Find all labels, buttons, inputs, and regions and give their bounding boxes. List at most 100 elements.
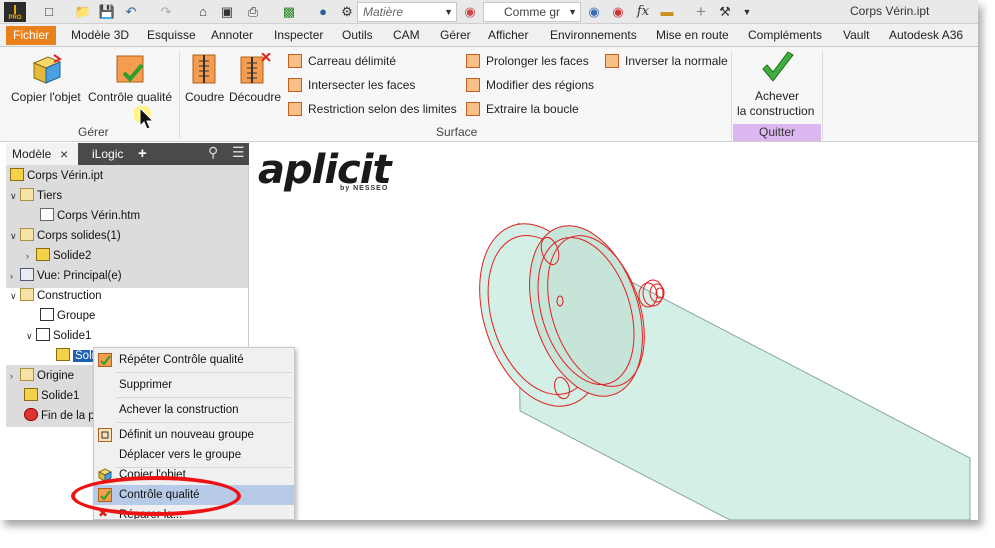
chevron-right-icon[interactable]: › xyxy=(10,367,20,385)
menu-item-new-group[interactable]: Définit un nouveau groupe xyxy=(94,425,294,445)
menu-separator xyxy=(116,422,292,423)
tab-afficher[interactable]: Afficher xyxy=(488,28,528,42)
patch-icon xyxy=(288,54,302,68)
solid-body-icon xyxy=(56,348,70,361)
graphics-canvas[interactable]: aplicit by NESSEO xyxy=(250,143,978,520)
open-folder-icon[interactable]: 📁 xyxy=(74,3,92,21)
tree-node-htm[interactable]: Corps Vérin.htm xyxy=(40,207,140,225)
mouse-cursor-icon xyxy=(134,106,155,130)
tab-autodesk-a360[interactable]: Autodesk A36 xyxy=(889,28,963,42)
browser-header: Modèle × iLogic + ⚲ ☰ xyxy=(6,143,249,165)
extract-loop-icon xyxy=(466,102,480,116)
tools-icon[interactable]: ⚒ xyxy=(716,3,734,21)
properties-icon[interactable]: ▣ xyxy=(218,3,236,21)
parameters-fx-icon[interactable]: fx xyxy=(634,3,652,21)
tab-mise-en-route[interactable]: Mise en route xyxy=(656,28,729,42)
group-icon xyxy=(36,328,50,341)
tab-modele-3d[interactable]: Modèle 3D xyxy=(71,28,129,42)
chevron-right-icon[interactable]: › xyxy=(10,267,20,285)
quality-check-icon xyxy=(116,55,144,83)
tree-node-tiers[interactable]: ∨ Tiers xyxy=(10,187,62,205)
tree-node-solide1[interactable]: Solide1 xyxy=(24,387,79,405)
tab-cam[interactable]: CAM xyxy=(393,28,420,42)
ruler-icon[interactable]: ▬ xyxy=(658,3,676,21)
adjust-appearance-icon[interactable]: ◉ xyxy=(585,3,603,21)
menu-separator xyxy=(116,372,292,373)
new-file-icon[interactable]: □ xyxy=(40,3,58,21)
menu-item-move-to-group[interactable]: Déplacer vers le groupe xyxy=(94,445,294,465)
stitch-icon xyxy=(192,54,216,84)
extend-faces-icon xyxy=(466,54,480,68)
appearance-sphere-icon[interactable]: ◉ xyxy=(461,3,479,21)
customize-dropdown-icon[interactable]: ▼ xyxy=(738,3,756,21)
clear-appearance-icon[interactable]: ◉ xyxy=(609,3,627,21)
stitch-label: Coudre xyxy=(185,90,225,104)
group-label-quitter: Quitter xyxy=(733,124,821,141)
group-icon xyxy=(40,308,54,321)
folder-icon xyxy=(20,188,34,201)
chevron-down-icon[interactable]: ∨ xyxy=(26,327,36,345)
reverse-normal-icon xyxy=(605,54,619,68)
chevron-down-icon[interactable]: ∨ xyxy=(10,287,20,305)
tab-gerer[interactable]: Gérer xyxy=(440,28,471,42)
tab-esquisse[interactable]: Esquisse xyxy=(147,28,196,42)
close-icon[interactable]: × xyxy=(60,143,68,165)
add-tab-icon[interactable]: + xyxy=(138,143,147,165)
tab-environnements[interactable]: Environnements xyxy=(550,28,637,42)
tree-node-root[interactable]: Corps Vérin.ipt xyxy=(10,167,103,185)
solid-body-icon xyxy=(36,248,50,261)
patch-label: Carreau délimité xyxy=(308,54,397,68)
chevron-down-icon[interactable]: ∨ xyxy=(10,187,20,205)
undo-icon[interactable]: ↶ xyxy=(122,3,140,21)
group-label-surface: Surface xyxy=(436,125,478,139)
modify-regions-icon xyxy=(466,78,480,92)
folder-icon xyxy=(20,288,34,301)
intersect-faces-icon xyxy=(288,78,302,92)
settings-gear-icon[interactable]: ⚙ xyxy=(338,3,356,21)
tree-node-view[interactable]: › Vue: Principal(e) xyxy=(10,267,122,285)
tab-outils[interactable]: Outils xyxy=(342,28,373,42)
tree-node-solide1-group[interactable]: ∨ Solide1 xyxy=(26,327,91,345)
menu-item-repeat-quality-check[interactable]: Répéter Contrôle qualité xyxy=(94,350,294,370)
tab-vault[interactable]: Vault xyxy=(843,28,869,42)
folder-icon xyxy=(20,228,34,241)
tree-node-groupe[interactable]: Groupe xyxy=(40,307,95,325)
quality-check-icon xyxy=(98,353,112,367)
copy-object-icon xyxy=(32,54,62,84)
menu-tabs: Fichier Modèle 3D Esquisse Annoter Inspe… xyxy=(0,24,978,47)
new-group-icon xyxy=(98,428,112,442)
cylinder-model xyxy=(479,222,971,520)
appearance-select[interactable]: Comme gr ▼ xyxy=(483,2,581,22)
menu-item-delete[interactable]: Supprimer xyxy=(94,375,294,395)
tree-node-solide2[interactable]: › Solide2 xyxy=(26,247,91,265)
hamburger-menu-icon[interactable]: ☰ xyxy=(232,144,245,161)
menu-item-finish-construction[interactable]: Achever la construction xyxy=(94,400,294,420)
update-icon[interactable]: ▩ xyxy=(280,3,298,21)
chevron-right-icon[interactable]: › xyxy=(26,247,36,265)
group-divider xyxy=(731,51,732,139)
redo-icon[interactable]: ↷ xyxy=(157,3,175,21)
home-icon[interactable]: ⌂ xyxy=(194,3,212,21)
tree-node-construction[interactable]: ∨ Construction xyxy=(10,287,102,305)
tab-fichier[interactable]: Fichier xyxy=(6,26,56,45)
inventor-logo[interactable]: I PRO xyxy=(4,2,26,22)
highlight-annotation xyxy=(71,476,241,516)
copy-object-label: Copier l'objet xyxy=(11,90,81,104)
tab-annoter[interactable]: Annoter xyxy=(211,28,253,42)
finish-label-line1: Achever xyxy=(755,89,800,103)
tab-ilogic[interactable]: iLogic xyxy=(92,143,123,165)
measure-icon[interactable]: ● xyxy=(314,3,332,21)
material-select[interactable]: Matière ▼ xyxy=(357,2,457,22)
tab-inspecter[interactable]: Inspecter xyxy=(274,28,323,42)
save-icon[interactable]: 💾 xyxy=(98,3,116,21)
chevron-down-icon[interactable]: ∨ xyxy=(10,227,20,245)
tab-complements[interactable]: Compléments xyxy=(748,28,822,42)
trim-icon xyxy=(240,53,271,84)
plus-icon[interactable]: + xyxy=(692,3,710,21)
search-icon[interactable]: ⚲ xyxy=(208,144,218,161)
tree-node-solid-bodies[interactable]: ∨ Corps solides(1) xyxy=(10,227,121,245)
tree-node-origine[interactable]: › Origine xyxy=(10,367,74,385)
print-icon[interactable]: ⎙ xyxy=(244,3,262,21)
group-divider xyxy=(179,51,180,139)
application-window: I PRO □ 📁 💾 ↶ ↷ ⌂ ▣ ⎙ ▩ ● ⚙ Matière ▼ ◉ Co… xyxy=(0,0,978,520)
